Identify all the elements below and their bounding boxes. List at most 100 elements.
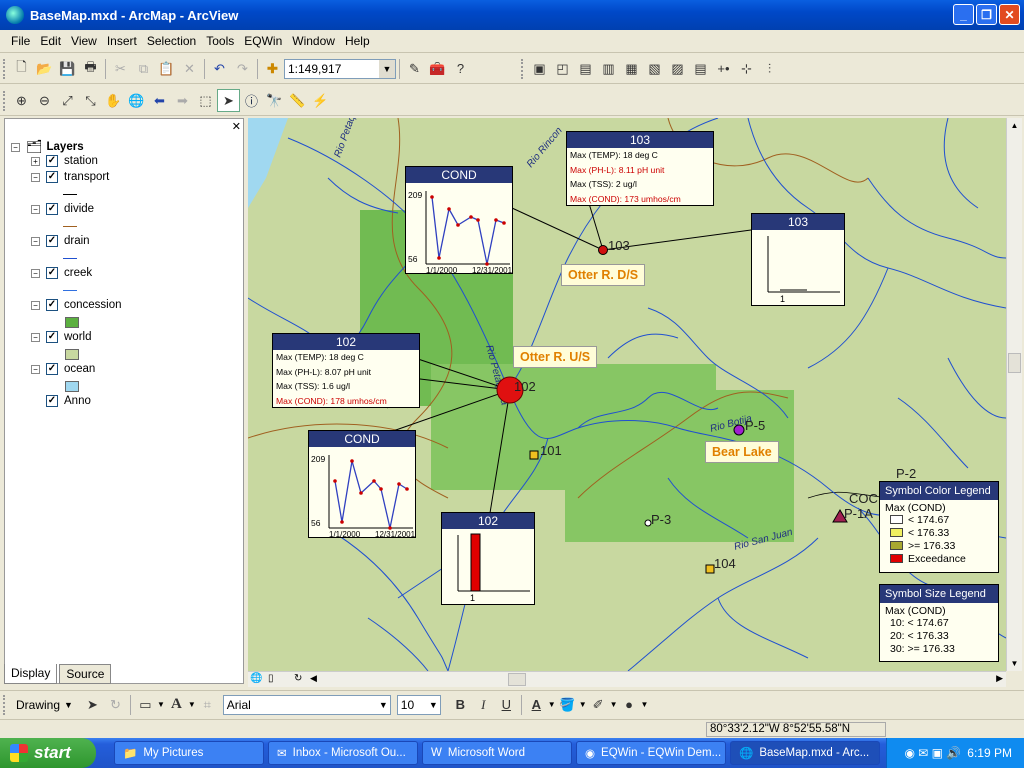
- find-icon[interactable]: 🔭: [263, 89, 286, 112]
- chevron-down-icon[interactable]: ▼: [64, 700, 73, 710]
- rotate-icon[interactable]: ↻: [104, 693, 127, 716]
- eqwin-tool-7-icon[interactable]: ▨: [666, 57, 689, 80]
- print-icon[interactable]: 🖶: [79, 57, 102, 80]
- scroll-down-icon[interactable]: ▼: [1007, 656, 1022, 671]
- collapse-icon[interactable]: −: [11, 142, 20, 152]
- editor-toolbar-icon[interactable]: ✎: [403, 57, 426, 80]
- chevron-down-icon[interactable]: ▼: [157, 700, 165, 709]
- cond-chart-2[interactable]: COND 209 56 1/1/2000 12/31/2001: [308, 430, 416, 539]
- edit-vertices-icon[interactable]: ⌗: [196, 693, 219, 716]
- layer-checkbox[interactable]: ✓: [46, 171, 58, 183]
- task-eqwin[interactable]: ◉ EQWin - EQWin Dem...: [576, 741, 726, 765]
- line-color-icon[interactable]: ✐: [587, 693, 610, 716]
- eqwin-tool-4-icon[interactable]: ▥: [597, 57, 620, 80]
- underline-icon[interactable]: U: [495, 693, 518, 716]
- scroll-up-icon[interactable]: ▲: [1007, 118, 1022, 133]
- chevron-down-icon[interactable]: ▼: [429, 700, 438, 710]
- task-word[interactable]: W Microsoft Word: [422, 741, 572, 765]
- paste-icon[interactable]: 📋: [155, 57, 178, 80]
- undo-icon[interactable]: ↶: [208, 57, 231, 80]
- zoom-out-icon[interactable]: ⊖: [33, 89, 56, 112]
- italic-icon[interactable]: I: [472, 693, 495, 716]
- scroll-left-icon[interactable]: ◀: [310, 673, 317, 684]
- select-features-icon[interactable]: ⬚: [194, 89, 217, 112]
- layout-view-icon[interactable]: ▯: [268, 673, 274, 684]
- tab-source[interactable]: Source: [59, 664, 112, 684]
- chevron-down-icon[interactable]: ▼: [641, 700, 649, 709]
- refresh-icon[interactable]: ↻: [294, 673, 302, 684]
- chevron-down-icon[interactable]: ▼: [579, 700, 587, 709]
- menu-window[interactable]: Window: [287, 34, 340, 48]
- menu-insert[interactable]: Insert: [102, 34, 142, 48]
- eqwin-tool-8-icon[interactable]: ▤: [689, 57, 712, 80]
- menu-selection[interactable]: Selection: [142, 34, 201, 48]
- layer-station[interactable]: + ✓ station: [31, 155, 98, 167]
- layer-checkbox[interactable]: ✓: [46, 235, 58, 247]
- measure-icon[interactable]: 📏: [286, 89, 309, 112]
- menu-help[interactable]: Help: [340, 34, 375, 48]
- layer-checkbox[interactable]: ✓: [46, 299, 58, 311]
- eqwin-tool-11-icon[interactable]: ⫶: [758, 57, 781, 80]
- chevron-down-icon[interactable]: ▼: [379, 700, 388, 710]
- font-size-select[interactable]: 10 ▼: [396, 694, 441, 715]
- eqwin-tool-1-icon[interactable]: ▣: [528, 57, 551, 80]
- add-data-icon[interactable]: ✚: [261, 57, 284, 80]
- text-icon[interactable]: A: [165, 693, 188, 716]
- collapse-icon[interactable]: −: [31, 172, 40, 182]
- chevron-down-icon[interactable]: ▼: [379, 59, 395, 78]
- collapse-icon[interactable]: −: [31, 236, 40, 246]
- menu-tools[interactable]: Tools: [201, 34, 239, 48]
- task-outlook[interactable]: ✉ Inbox - Microsoft Ou...: [268, 741, 418, 765]
- close-icon[interactable]: ✕: [232, 120, 241, 133]
- select-elements-icon[interactable]: ➤: [81, 693, 104, 716]
- station-102-popup[interactable]: 102 Max (TEMP): 18 deg C Max (PH-L): 8.0…: [272, 333, 420, 408]
- menu-eqwin[interactable]: EQWin: [239, 34, 287, 48]
- back-extent-icon[interactable]: ⬅: [148, 89, 171, 112]
- layer-anno[interactable]: ✓ Anno: [46, 395, 91, 407]
- station-103-popup[interactable]: 103 Max (TEMP): 18 deg C Max (PH-L): 8.1…: [566, 131, 714, 206]
- font-name-select[interactable]: Arial ▼: [222, 694, 391, 715]
- eqwin-tool-10-icon[interactable]: ⊹: [735, 57, 758, 80]
- map-vertical-scrollbar[interactable]: ▲ ▼: [1006, 118, 1022, 671]
- redo-icon[interactable]: ↷: [231, 57, 254, 80]
- eqwin-tool-5-icon[interactable]: ▦: [620, 57, 643, 80]
- marker-color-icon[interactable]: ●: [618, 693, 641, 716]
- scroll-right-icon[interactable]: ▶: [996, 673, 1003, 684]
- layer-transport[interactable]: − ✓ transport: [31, 171, 109, 183]
- map-horizontal-scrollbar[interactable]: 🌐 ▯ ↻ ◀ ▶: [248, 671, 1006, 687]
- new-document-icon[interactable]: 🗋: [10, 57, 33, 80]
- layer-checkbox[interactable]: ✓: [46, 363, 58, 375]
- layer-checkbox[interactable]: ✓: [46, 155, 58, 167]
- eqwin-tool-2-icon[interactable]: ◰: [551, 57, 574, 80]
- symbol-color-legend[interactable]: Symbol Color Legend Max (COND) < 174.67 …: [879, 481, 999, 573]
- collapse-icon[interactable]: −: [31, 300, 40, 310]
- collapse-icon[interactable]: −: [31, 332, 40, 342]
- eqwin-tool-6-icon[interactable]: ▧: [643, 57, 666, 80]
- station-103-bar-chart[interactable]: 103 1: [751, 213, 845, 306]
- cond-chart-1[interactable]: COND 209 56 1/1/2000 12/31/2001: [405, 166, 513, 275]
- map-scale-select[interactable]: 1:149,917 ▼: [284, 58, 396, 79]
- layer-drain[interactable]: − ✓ drain: [31, 235, 90, 247]
- full-extent-icon[interactable]: 🌐: [125, 89, 148, 112]
- fill-color-icon[interactable]: 🪣: [556, 693, 579, 716]
- layer-creek[interactable]: − ✓ creek: [31, 267, 92, 279]
- layer-world[interactable]: − ✓ world: [31, 331, 91, 343]
- layer-checkbox[interactable]: ✓: [46, 331, 58, 343]
- scroll-thumb[interactable]: [1008, 353, 1021, 373]
- font-color-icon[interactable]: A: [525, 693, 548, 716]
- chevron-down-icon[interactable]: ▼: [610, 700, 618, 709]
- pan-icon[interactable]: ✋: [102, 89, 125, 112]
- hyperlink-icon[interactable]: ⚡: [309, 89, 332, 112]
- open-folder-icon[interactable]: 📂: [33, 57, 56, 80]
- fixed-zoom-in-icon[interactable]: ⤢: [56, 89, 79, 112]
- station-102-bar-chart[interactable]: 102 1: [441, 512, 535, 605]
- task-basemap[interactable]: 🌐 BaseMap.mxd - Arc...: [730, 741, 880, 765]
- zoom-in-icon[interactable]: ⊕: [10, 89, 33, 112]
- menu-edit[interactable]: Edit: [35, 34, 66, 48]
- layer-ocean[interactable]: − ✓ ocean: [31, 363, 95, 375]
- select-elements-icon[interactable]: ➤: [217, 89, 240, 112]
- collapse-icon[interactable]: −: [31, 268, 40, 278]
- station-101-marker[interactable]: [529, 450, 539, 460]
- layer-checkbox[interactable]: ✓: [46, 267, 58, 279]
- copy-icon[interactable]: ⧉: [132, 57, 155, 80]
